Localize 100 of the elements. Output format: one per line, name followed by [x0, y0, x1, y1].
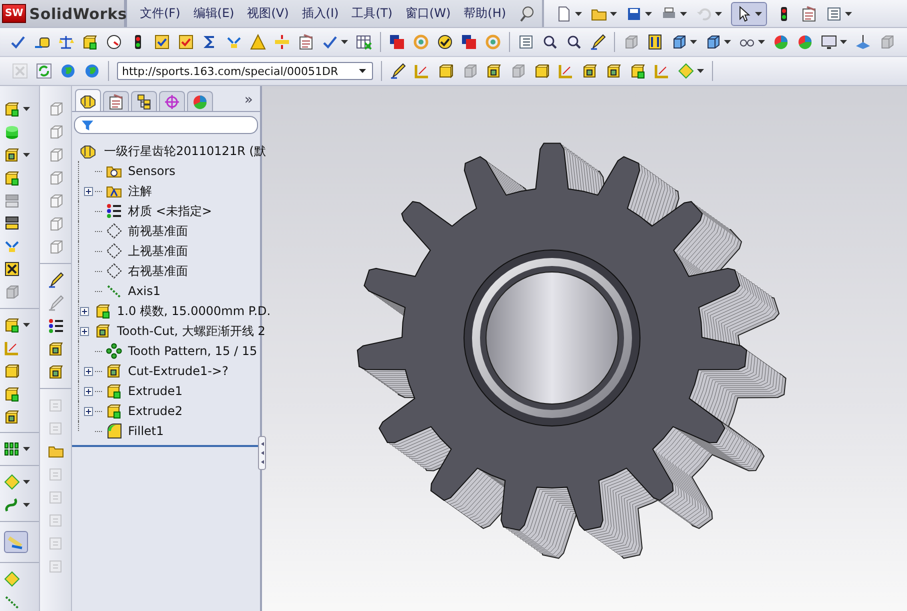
caret-icon[interactable] [697, 69, 704, 73]
tree-item[interactable]: 右视基准面 [124, 262, 188, 280]
balance-icon[interactable] [58, 34, 74, 50]
fillet-icon[interactable] [106, 423, 122, 439]
compress-icon[interactable] [274, 34, 290, 50]
box-icon[interactable] [106, 363, 122, 379]
box-icon[interactable] [82, 34, 98, 50]
box-icon[interactable] [4, 316, 20, 333]
box-icon[interactable] [106, 383, 122, 399]
zoom-icon[interactable] [566, 34, 582, 50]
menu-item[interactable]: 文件(F) [140, 5, 180, 22]
refresh-icon[interactable] [36, 63, 52, 79]
tree-item[interactable]: Sensors [124, 164, 176, 178]
pattern-icon[interactable] [4, 441, 20, 458]
tree-item[interactable]: 1.0 模数, 15.0000mm P.D. [113, 302, 271, 320]
panel-tab[interactable] [75, 89, 101, 111]
box-icon[interactable] [48, 364, 64, 380]
save-icon[interactable] [626, 6, 642, 22]
angle-icon[interactable] [4, 340, 20, 356]
expand-icon[interactable] [84, 186, 93, 196]
caret-icon[interactable] [23, 480, 30, 484]
expand-icon[interactable] [80, 326, 89, 336]
tree-item[interactable]: Axis1 [124, 284, 161, 298]
pencil-icon[interactable] [390, 63, 406, 79]
cube-icon[interactable] [705, 34, 721, 50]
sphere-icon[interactable] [773, 34, 789, 50]
caret-icon[interactable] [23, 106, 30, 111]
checkmark-icon[interactable] [10, 34, 26, 50]
box-icon[interactable] [630, 63, 646, 79]
filter-field[interactable] [74, 116, 258, 134]
select-button[interactable] [731, 2, 768, 26]
list-icon[interactable] [518, 34, 534, 50]
document-icon[interactable] [556, 6, 572, 22]
pattern-icon[interactable] [106, 343, 122, 359]
caret-icon[interactable] [680, 12, 688, 16]
box-icon[interactable] [438, 63, 454, 79]
cube-icon[interactable] [671, 34, 687, 50]
angle-icon[interactable] [414, 63, 430, 79]
globe-icon[interactable] [84, 63, 100, 79]
plane-icon[interactable] [106, 243, 122, 259]
material-icon[interactable] [48, 318, 64, 334]
globe-icon[interactable] [60, 63, 76, 79]
tree-item[interactable]: Tooth Pattern, 15 / 15 [124, 344, 258, 358]
box-icon[interactable] [4, 146, 20, 163]
panel-tab[interactable] [103, 91, 129, 111]
box-icon[interactable] [4, 170, 20, 186]
caret-icon[interactable] [690, 40, 697, 44]
stack-icon[interactable] [4, 215, 20, 232]
caret-icon[interactable] [610, 12, 618, 16]
expand-icon[interactable] [84, 406, 93, 416]
caret-icon[interactable] [341, 40, 348, 44]
tree-item[interactable]: Extrude1 [124, 384, 183, 398]
menu-item[interactable]: 插入(I) [302, 5, 339, 22]
axis-icon[interactable] [855, 34, 871, 50]
angle-icon[interactable] [654, 63, 670, 79]
caret-icon[interactable] [845, 12, 852, 16]
caret-icon[interactable] [755, 12, 762, 16]
warning-icon[interactable] [250, 34, 266, 50]
squares-icon[interactable] [389, 34, 405, 50]
cylinder-icon[interactable] [4, 124, 20, 140]
menu-item[interactable]: 视图(V) [247, 5, 289, 22]
plane-icon[interactable] [106, 223, 122, 239]
splitter-handle[interactable] [258, 436, 266, 470]
box-icon[interactable] [48, 341, 64, 357]
caret-icon[interactable] [23, 152, 30, 157]
box-icon[interactable] [4, 408, 20, 425]
caret-icon[interactable] [23, 503, 30, 508]
pencil-icon[interactable] [48, 272, 64, 288]
monitor-icon[interactable] [821, 34, 837, 50]
tree-item[interactable]: Fillet1 [124, 424, 164, 438]
caret-icon[interactable] [715, 12, 722, 16]
box-icon[interactable] [4, 362, 20, 379]
angle-icon[interactable] [558, 63, 574, 79]
tree-item[interactable]: 上视基准面 [124, 242, 188, 260]
box-icon[interactable] [4, 261, 20, 278]
checkbox-icon[interactable] [178, 34, 194, 50]
tree-item[interactable]: Extrude2 [124, 404, 183, 418]
box-icon[interactable] [534, 63, 550, 79]
ruler-button[interactable] [4, 531, 28, 554]
checkmark-icon[interactable] [322, 34, 338, 50]
caret-icon[interactable] [758, 40, 765, 44]
squares-icon[interactable] [461, 34, 477, 50]
zoom-icon[interactable] [542, 34, 558, 50]
book-icon[interactable] [647, 34, 663, 50]
caret-icon[interactable] [840, 40, 847, 44]
box-icon[interactable] [4, 100, 20, 117]
menu-item[interactable]: 编辑(E) [193, 5, 234, 22]
pencil-icon[interactable] [590, 34, 606, 50]
tree-item[interactable]: Tooth-Cut, 大螺距渐开线 2 [113, 322, 266, 340]
box-icon[interactable] [606, 63, 622, 79]
expand-icon[interactable] [80, 306, 89, 316]
caret-icon[interactable] [23, 322, 30, 327]
menu-item[interactable]: 工具(T) [352, 5, 392, 22]
list-icon[interactable] [826, 6, 842, 22]
gauge-icon[interactable] [106, 34, 122, 50]
material-icon[interactable] [106, 203, 122, 219]
expand-icon[interactable] [84, 386, 93, 396]
expand-icon[interactable] [84, 366, 93, 376]
panel-tab[interactable] [131, 91, 157, 111]
caret-icon[interactable] [575, 12, 582, 16]
